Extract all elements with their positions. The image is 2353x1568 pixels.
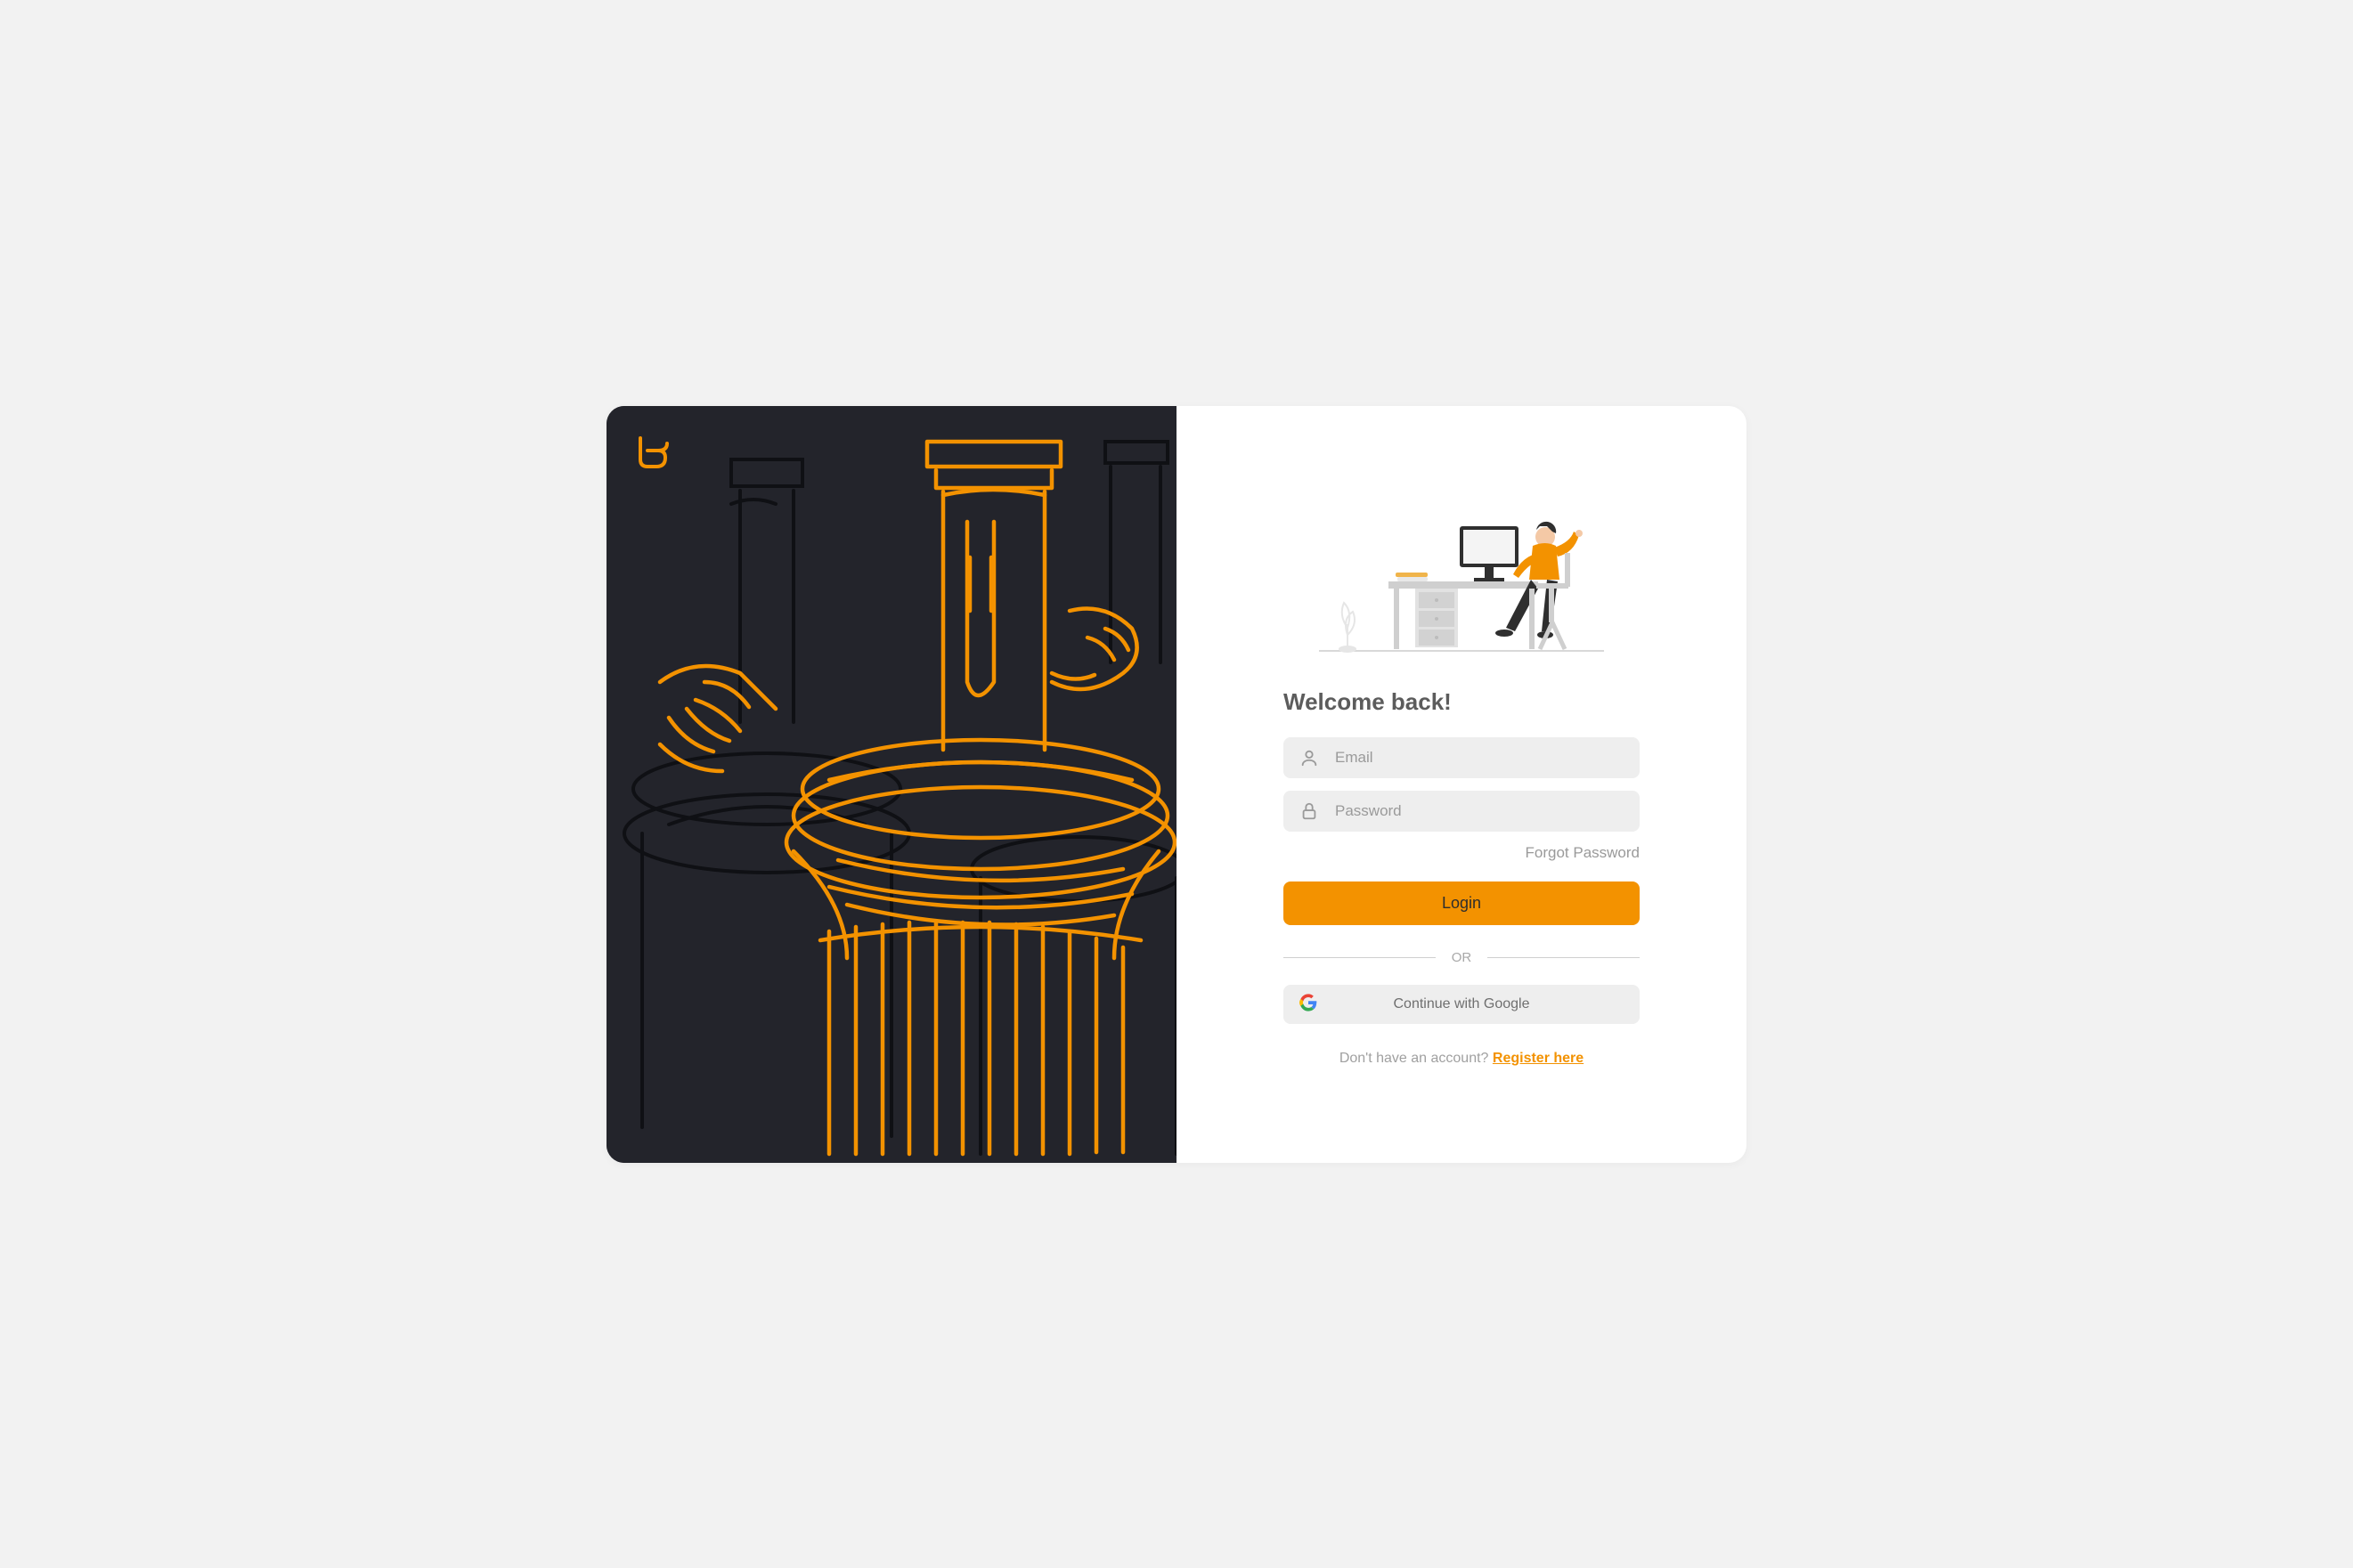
artwork-panel (607, 406, 1176, 1163)
password-field-wrapper[interactable] (1283, 791, 1640, 832)
user-icon (1299, 748, 1319, 768)
password-input[interactable] (1335, 802, 1624, 820)
divider: OR (1283, 950, 1640, 965)
google-login-button[interactable]: Continue with Google (1283, 985, 1640, 1024)
divider-label: OR (1452, 950, 1472, 965)
signup-text: Don't have an account? (1339, 1051, 1493, 1066)
hero-illustration (607, 406, 1176, 1163)
google-icon (1299, 994, 1317, 1016)
signup-prompt: Don't have an account? Register here (1283, 1051, 1640, 1067)
forgot-password-link[interactable]: Forgot Password (1526, 844, 1641, 861)
email-input[interactable] (1335, 749, 1624, 767)
divider-line-right (1487, 957, 1640, 958)
login-button[interactable]: Login (1283, 881, 1640, 925)
divider-line-left (1283, 957, 1436, 958)
lock-icon (1299, 801, 1319, 821)
brand-logo-icon (631, 431, 676, 480)
page-title: Welcome back! (1283, 688, 1640, 716)
register-link[interactable]: Register here (1493, 1051, 1584, 1066)
email-field-wrapper[interactable] (1283, 737, 1640, 778)
login-form: Welcome back! Forgot Password (1283, 688, 1640, 1067)
login-card: Welcome back! Forgot Password (607, 406, 1746, 1163)
desk-illustration (1319, 501, 1604, 662)
form-panel: Welcome back! Forgot Password (1176, 406, 1746, 1163)
google-button-label: Continue with Google (1394, 996, 1530, 1012)
